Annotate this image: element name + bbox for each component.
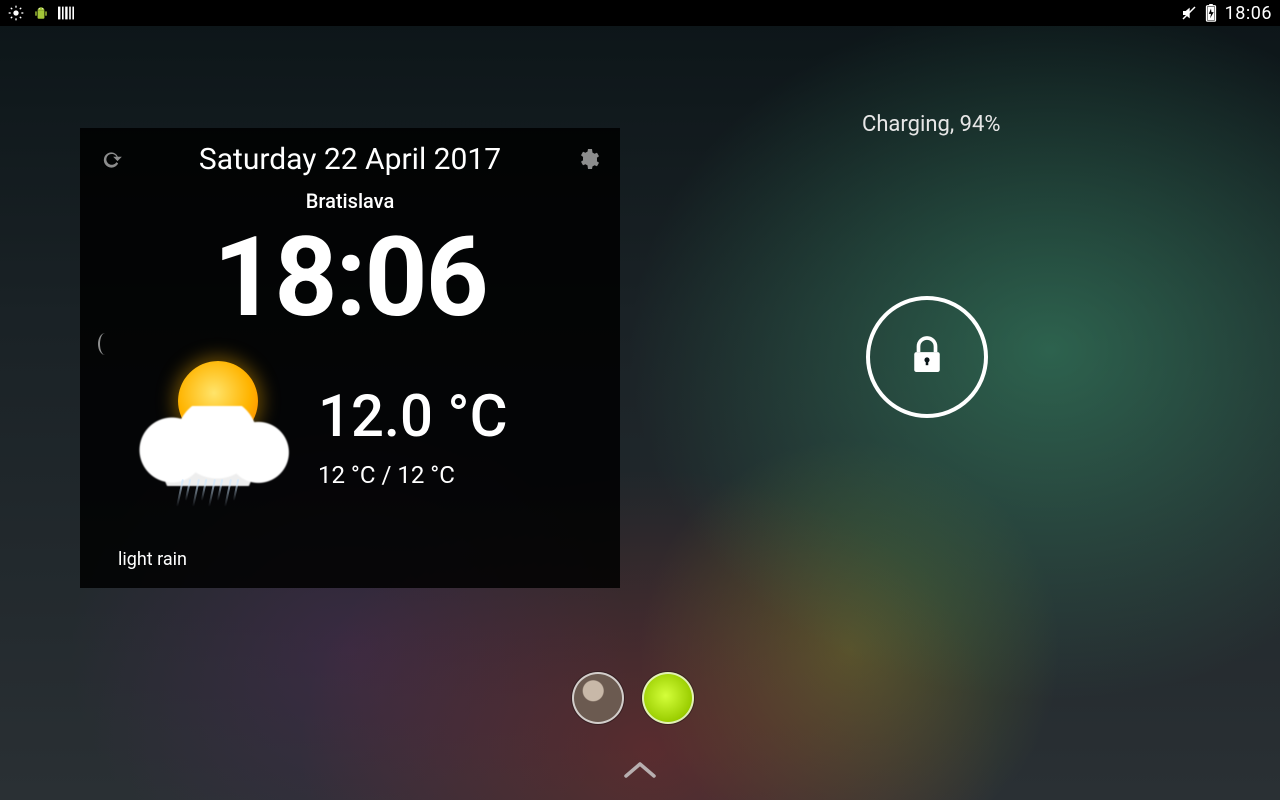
status-bar-clock: 18:06 bbox=[1225, 3, 1272, 24]
avatar[interactable] bbox=[572, 672, 624, 724]
status-bar: 18:06 bbox=[0, 0, 1280, 26]
weather-condition-label: light rain bbox=[118, 549, 187, 570]
widget-clock: 18:06 bbox=[98, 223, 602, 333]
mute-icon bbox=[1181, 5, 1197, 21]
barcode-icon bbox=[58, 6, 74, 20]
brightness-icon bbox=[8, 5, 24, 21]
android-debug-icon bbox=[34, 5, 48, 21]
widget-date: Saturday 22 April 2017 bbox=[124, 142, 576, 177]
user-switcher bbox=[572, 672, 694, 724]
avatar[interactable] bbox=[642, 672, 694, 724]
status-bar-left bbox=[8, 5, 74, 21]
chevron-up-icon[interactable] bbox=[622, 758, 658, 782]
charging-status: Charging, 94% bbox=[862, 112, 1001, 137]
lock-icon bbox=[910, 335, 944, 379]
unlock-button[interactable] bbox=[866, 296, 988, 418]
temperature-main: 12.0 °C bbox=[318, 383, 602, 451]
refresh-icon[interactable] bbox=[98, 147, 124, 173]
weather-condition-icon bbox=[98, 351, 308, 521]
gear-icon[interactable] bbox=[576, 147, 602, 173]
weather-widget[interactable]: Saturday 22 April 2017 Bratislava 18:06 … bbox=[80, 128, 620, 588]
temperature-range: 12 °C / 12 °C bbox=[318, 461, 602, 489]
battery-charging-icon bbox=[1205, 4, 1217, 22]
status-bar-right: 18:06 bbox=[1181, 3, 1272, 24]
widget-city: Bratislava bbox=[98, 189, 602, 213]
